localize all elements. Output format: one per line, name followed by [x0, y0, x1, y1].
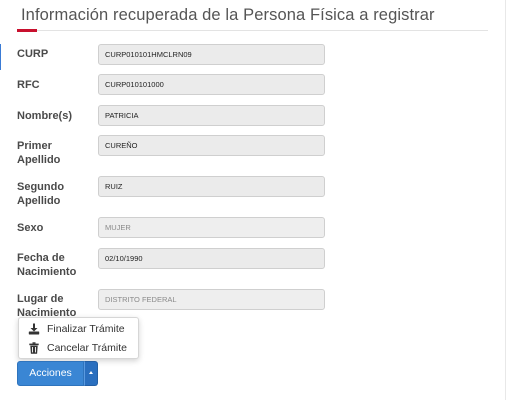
segundo-apellido-label-line2: Apellido: [17, 195, 61, 207]
fecha-nacimiento-label-line1: Fecha de: [17, 252, 65, 264]
menu-item-cancelar-tramite[interactable]: Cancelar Trámite: [19, 339, 138, 357]
header-divider: [17, 30, 488, 31]
lugar-nacimiento-label-line1: Lugar de: [17, 293, 64, 305]
fecha-nacimiento-field[interactable]: 02/10/1990: [98, 248, 325, 269]
fecha-nacimiento-label-line2: Nacimiento: [17, 266, 77, 278]
nombre-field[interactable]: PATRICIA: [98, 105, 325, 126]
left-edge-accent: [0, 44, 1, 70]
caret-up-icon: [89, 371, 93, 374]
rfc-field[interactable]: CURP010101000: [98, 74, 325, 95]
cancelar-tramite-label: Cancelar Trámite: [47, 342, 127, 354]
actions-dropdown-toggle[interactable]: [84, 361, 98, 386]
primer-apellido-label: Primer Apellido: [17, 139, 97, 167]
sexo-label: Sexo: [17, 222, 44, 234]
nombre-label: Nombre(s): [17, 110, 73, 122]
actions-button[interactable]: Acciones: [17, 361, 84, 386]
primer-apellido-field[interactable]: CUREÑO: [98, 135, 325, 156]
menu-item-finalizar-tramite[interactable]: Finalizar Trámite: [19, 320, 138, 338]
download-icon: [28, 323, 40, 335]
sexo-field[interactable]: MUJER: [98, 217, 325, 238]
curp-label: CURP: [17, 48, 49, 60]
lugar-nacimiento-label: Lugar de Nacimiento: [17, 292, 97, 320]
actions-dropdown-menu: Finalizar Trámite Cancelar Trámite: [18, 317, 139, 359]
curp-field[interactable]: CURP010101HMCLRN09: [98, 44, 325, 65]
lugar-nacimiento-field[interactable]: DISTRITO FEDERAL: [98, 289, 325, 310]
primer-apellido-label-line2: Apellido: [17, 154, 61, 166]
finalizar-tramite-label: Finalizar Trámite: [47, 323, 125, 335]
segundo-apellido-field[interactable]: RUIZ: [98, 176, 325, 197]
header-accent-bar: [17, 29, 37, 32]
page-title: Información recuperada de la Persona Fís…: [21, 6, 435, 24]
segundo-apellido-label: Segundo Apellido: [17, 180, 97, 208]
registration-panel: Información recuperada de la Persona Fís…: [0, 0, 506, 400]
panel-header: Información recuperada de la Persona Fís…: [0, 0, 506, 32]
rfc-label: RFC: [17, 79, 40, 91]
segundo-apellido-label-line1: Segundo: [17, 181, 65, 193]
fecha-nacimiento-label: Fecha de Nacimiento: [17, 251, 97, 279]
trash-icon: [28, 342, 40, 354]
primer-apellido-label-line1: Primer: [17, 140, 52, 152]
